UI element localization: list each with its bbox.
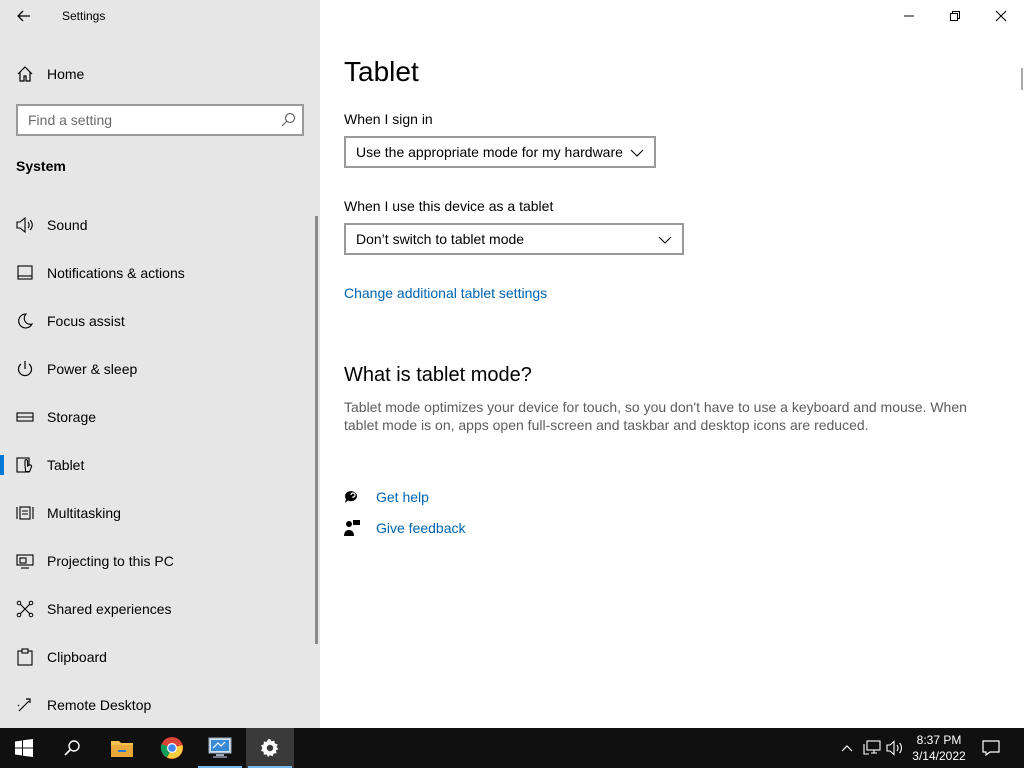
start-button[interactable] xyxy=(0,728,48,768)
sidebar: Settings Home System Sound Notifications… xyxy=(0,0,320,728)
back-button[interactable] xyxy=(10,4,38,28)
file-explorer-icon xyxy=(111,741,133,757)
sidebar-item-label: Focus assist xyxy=(47,313,125,329)
give-feedback-link[interactable]: Give feedback xyxy=(376,520,466,536)
main-scrollbar[interactable] xyxy=(1021,68,1023,90)
back-arrow-icon xyxy=(17,10,30,22)
network-button[interactable] xyxy=(860,728,884,768)
sidebar-item-label: Clipboard xyxy=(47,649,107,665)
sidebar-item-notifications[interactable]: Notifications & actions xyxy=(0,249,316,297)
window-controls xyxy=(886,0,1024,32)
network-icon xyxy=(863,740,881,755)
sidebar-item-tablet[interactable]: Tablet xyxy=(0,441,316,489)
sidebar-item-label: Home xyxy=(47,66,85,82)
sidebar-item-home[interactable]: Home xyxy=(0,58,320,90)
projecting-icon xyxy=(15,551,35,571)
chrome-icon xyxy=(160,737,183,759)
search-input[interactable] xyxy=(18,106,268,134)
chrome-button[interactable] xyxy=(148,728,196,768)
section-title: System xyxy=(16,158,66,174)
sidebar-scrollbar[interactable] xyxy=(315,216,318,644)
taskbar-clock[interactable]: 8:37 PM 3/14/2022 xyxy=(904,732,974,764)
remote-desktop-app-button[interactable] xyxy=(196,728,244,768)
get-help-icon xyxy=(345,491,357,503)
sidebar-item-label: Tablet xyxy=(47,457,85,473)
taskbar-search-button[interactable] xyxy=(48,728,96,768)
sidebar-item-label: Notifications & actions xyxy=(47,265,185,281)
action-center-button[interactable] xyxy=(976,728,1006,768)
tablet-icon xyxy=(15,455,35,475)
sidebar-item-label: Storage xyxy=(47,409,97,425)
selection-indicator xyxy=(0,455,4,475)
storage-icon xyxy=(15,407,35,427)
sidebar-item-remote-desktop[interactable]: Remote Desktop xyxy=(0,681,316,729)
what-is-tablet-mode-heading: What is tablet mode? xyxy=(344,364,532,386)
sidebar-item-multitasking[interactable]: Multitasking xyxy=(0,489,316,537)
shared-icon xyxy=(15,599,35,619)
sidebar-item-power-sleep[interactable]: Power & sleep xyxy=(0,345,316,393)
nav-list: Sound Notifications & actions Focus assi… xyxy=(0,201,316,729)
close-icon xyxy=(995,10,1007,22)
chevron-down-icon xyxy=(658,236,672,244)
start-icon xyxy=(15,739,33,757)
minimize-icon xyxy=(904,15,914,17)
titlebar-left: Settings xyxy=(0,0,320,32)
clipboard-icon xyxy=(15,647,35,667)
settings-gear-icon xyxy=(261,739,279,757)
search-icon xyxy=(64,740,80,756)
settings-app-button[interactable] xyxy=(246,728,294,768)
sidebar-item-label: Sound xyxy=(47,217,88,233)
chevron-up-icon xyxy=(841,745,853,752)
search-box xyxy=(16,104,304,136)
sign-in-dropdown[interactable]: Use the appropriate mode for my hardware xyxy=(344,136,656,168)
file-explorer-button[interactable] xyxy=(98,728,146,768)
restore-icon xyxy=(950,11,960,21)
tablet-mode-description: Tablet mode optimizes your device for to… xyxy=(344,399,967,433)
sidebar-item-sound[interactable]: Sound xyxy=(0,201,316,249)
volume-icon xyxy=(886,740,902,756)
sign-in-label: When I sign in xyxy=(344,111,433,127)
remote-desktop-app-icon xyxy=(208,737,232,758)
home-icon xyxy=(15,64,35,84)
give-feedback-icon xyxy=(344,520,360,536)
page-title: Tablet xyxy=(344,56,419,87)
restore-button[interactable] xyxy=(932,0,978,32)
power-icon xyxy=(15,359,35,379)
show-hidden-icons-button[interactable] xyxy=(836,728,858,768)
notification-icon xyxy=(15,263,35,283)
sidebar-item-label: Remote Desktop xyxy=(47,697,152,713)
sign-in-dropdown-value: Use the appropriate mode for my hardware xyxy=(356,144,623,160)
sidebar-item-label: Multitasking xyxy=(47,505,121,521)
app-title: Settings xyxy=(62,9,106,23)
sidebar-item-projecting[interactable]: Projecting to this PC xyxy=(0,537,316,585)
sidebar-item-label: Projecting to this PC xyxy=(47,553,174,569)
taskbar: 8:37 PM 3/14/2022 xyxy=(0,728,1024,768)
sidebar-item-clipboard[interactable]: Clipboard xyxy=(0,633,316,681)
sidebar-item-label: Shared experiences xyxy=(47,601,172,617)
multitasking-icon xyxy=(15,503,35,523)
tablet-use-label: When I use this device as a tablet xyxy=(344,198,554,214)
clock-time: 8:37 PM xyxy=(916,733,962,747)
minimize-button[interactable] xyxy=(886,0,932,32)
clock-date: 3/14/2022 xyxy=(912,749,966,763)
sidebar-item-storage[interactable]: Storage xyxy=(0,393,316,441)
volume-button[interactable] xyxy=(884,728,906,768)
change-tablet-settings-link[interactable]: Change additional tablet settings xyxy=(344,285,547,301)
tablet-use-dropdown[interactable]: Don’t switch to tablet mode xyxy=(344,223,684,255)
chevron-down-icon xyxy=(630,149,644,157)
tablet-use-dropdown-value: Don’t switch to tablet mode xyxy=(356,231,525,247)
get-help-link[interactable]: Get help xyxy=(376,489,429,505)
moon-icon xyxy=(15,311,35,331)
action-center-icon xyxy=(982,740,1000,756)
sidebar-item-label: Power & sleep xyxy=(47,361,138,377)
remote-desktop-icon xyxy=(15,695,35,715)
speaker-icon xyxy=(15,215,35,235)
close-button[interactable] xyxy=(978,0,1024,32)
search-icon[interactable] xyxy=(280,112,296,128)
sidebar-item-shared-experiences[interactable]: Shared experiences xyxy=(0,585,316,633)
sidebar-item-focus-assist[interactable]: Focus assist xyxy=(0,297,316,345)
